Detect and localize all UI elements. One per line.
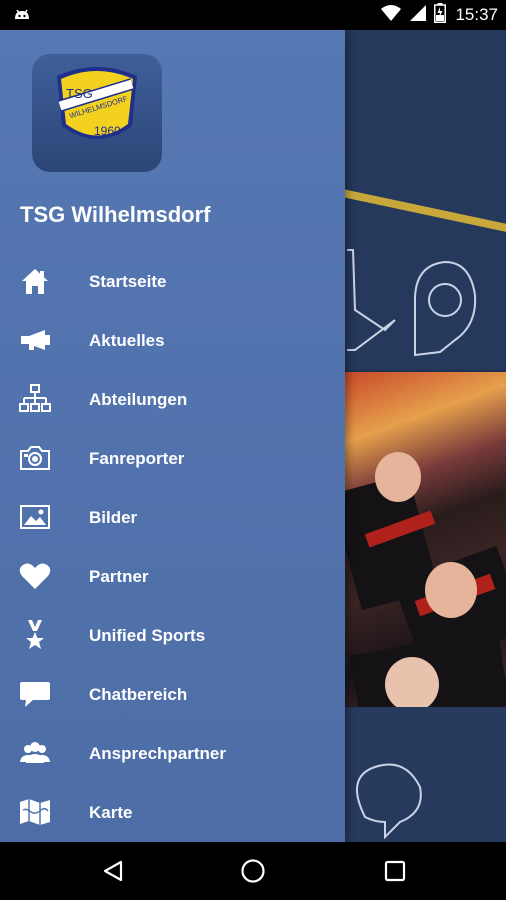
menu-item-label: Karte: [89, 802, 133, 822]
logo-text-year: 1960: [94, 124, 121, 138]
drawer-menu: Startseite Aktuelles Abteilungen Fanrepo…: [0, 252, 345, 842]
medal-icon: [18, 620, 52, 650]
contacts-icon: [18, 738, 52, 768]
team-photo: [345, 372, 506, 707]
menu-item-partner[interactable]: Partner: [0, 547, 345, 606]
menu-item-ansprechpartner[interactable]: Ansprechpartner: [0, 724, 345, 783]
megaphone-icon: [18, 325, 52, 355]
menu-item-unified-sports[interactable]: Unified Sports: [0, 606, 345, 665]
sign-language-hands-illustration: [347, 249, 477, 357]
menu-item-label: Ansprechpartner: [89, 743, 226, 763]
heart-icon: [18, 561, 52, 591]
status-bar: 15:37: [0, 0, 506, 30]
menu-item-fanreporter[interactable]: Fanreporter: [0, 429, 345, 488]
org-chart-icon: [18, 384, 52, 414]
menu-item-label: Bilder: [89, 507, 138, 527]
menu-item-abteilungen[interactable]: Abteilungen: [0, 370, 345, 429]
android-notification-icon: [12, 5, 32, 25]
image-icon: [18, 502, 52, 532]
chat-bubble-icon: [18, 679, 52, 709]
menu-item-chatbereich[interactable]: Chatbereich: [0, 665, 345, 724]
menu-item-bilder[interactable]: Bilder: [0, 488, 345, 547]
recents-icon[interactable]: [378, 854, 412, 888]
menu-item-startseite[interactable]: Startseite: [0, 252, 345, 311]
camera-icon: [18, 443, 52, 473]
menu-item-label: Unified Sports: [89, 625, 206, 645]
screen: 15:37 TSG WILHELMSDORF 1960 TSG Wilhelms…: [0, 0, 506, 900]
wifi-icon: [380, 4, 402, 27]
clock: 15:37: [455, 5, 498, 24]
system-navigation-bar: [0, 842, 506, 900]
menu-item-label: Fanreporter: [89, 448, 185, 468]
home-icon: [18, 266, 52, 296]
menu-item-label: Partner: [89, 566, 149, 586]
battery-icon: [434, 2, 447, 28]
home-circle-icon[interactable]: [236, 854, 270, 888]
map-icon: [18, 797, 52, 827]
back-icon[interactable]: [96, 854, 130, 888]
menu-item-label: Chatbereich: [89, 684, 188, 704]
navigation-drawer: TSG WILHELMSDORF 1960 TSG Wilhelmsdorf S…: [0, 30, 345, 842]
drawer-title: TSG Wilhelmsdorf: [20, 202, 211, 227]
menu-item-label: Abteilungen: [89, 389, 188, 409]
menu-item-aktuelles[interactable]: Aktuelles: [0, 311, 345, 370]
status-icons: 15:37: [380, 0, 498, 30]
signal-icon: [409, 4, 427, 27]
chat-illustration: [356, 763, 422, 840]
menu-item-label: Startseite: [89, 271, 167, 291]
menu-item-karte[interactable]: Karte: [0, 783, 345, 842]
menu-item-label: Aktuelles: [89, 330, 165, 350]
logo-text-top: TSG: [66, 86, 93, 101]
club-logo: TSG WILHELMSDORF 1960: [32, 54, 162, 172]
